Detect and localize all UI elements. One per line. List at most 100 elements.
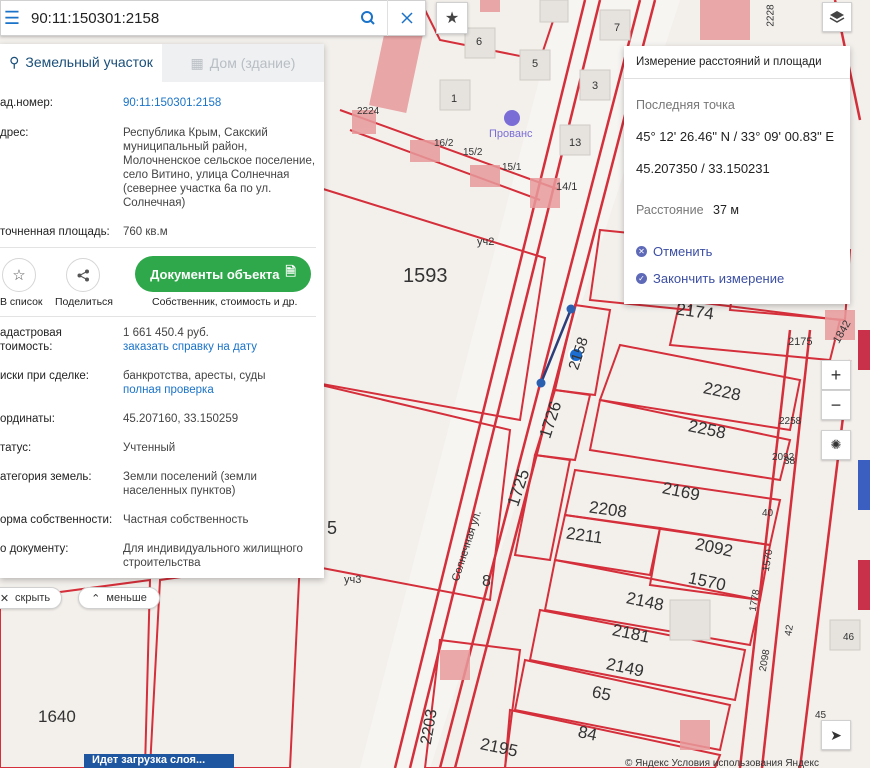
- field-label: орма собственности:: [0, 514, 113, 526]
- field-label: точненная площадь:: [0, 226, 110, 238]
- zoom-out-button[interactable]: −: [821, 390, 851, 420]
- zoom-in-button[interactable]: +: [821, 360, 851, 390]
- parcel-label: 2175: [788, 336, 813, 348]
- row-deal-risks: иски при сделке: банкротства, аресты, су…: [0, 369, 324, 397]
- field-label: о документу:: [0, 543, 69, 555]
- row-area: точненная площадь: 760 кв.м: [0, 225, 324, 239]
- area-value: 760 кв.м: [123, 226, 168, 238]
- menu-icon[interactable]: ☰: [1, 0, 23, 36]
- parcel-label: 5: [327, 518, 338, 538]
- parcel-label: 2224: [357, 106, 380, 117]
- clear-icon[interactable]: [387, 0, 425, 36]
- field-label: дрес:: [0, 127, 29, 139]
- ownership-value: Частная собственность: [123, 514, 249, 526]
- search-bar[interactable]: ☰ 90:11:150301:2158: [0, 0, 426, 36]
- row-land-category: атегория земель: Земли поселений (земли …: [0, 470, 324, 498]
- doc-button-label: Документы объекта: [150, 266, 280, 282]
- tab-land-parcel[interactable]: ⚲ Земельный участок: [0, 44, 162, 82]
- parcel-label: 2258: [779, 416, 802, 427]
- row-coordinates: ординаты: 45.207160, 33.150259: [0, 412, 324, 426]
- divider: [0, 316, 316, 317]
- parcel-label: 15/1: [502, 162, 522, 173]
- field-label: ад.номер:: [0, 97, 53, 109]
- cadastral-value: 1 661 450.4 руб.: [123, 327, 209, 339]
- cancel-label: Отменить: [653, 244, 713, 259]
- permitted-use-value: Для индивидуального жилищного строительс…: [123, 543, 303, 569]
- check-icon: ✓: [636, 273, 647, 284]
- hide-panel-button[interactable]: ✕ скрыть: [0, 587, 62, 609]
- parcel-label: 8: [482, 573, 491, 590]
- map-pin-icon: ⚲: [9, 53, 20, 70]
- last-point-label: Последняя точка: [636, 98, 735, 112]
- finish-measure-button[interactable]: ✓ Закончить измерение: [636, 271, 784, 286]
- row-status: татус: Учтенный: [0, 441, 324, 455]
- favorite-star-icon[interactable]: ★: [436, 2, 468, 34]
- row-permitted-use: о документу: Для индивидуального жилищно…: [0, 542, 324, 570]
- poi-label[interactable]: Прованс: [489, 128, 533, 140]
- divider: [624, 78, 850, 79]
- last-point-decimal: 45.207350 / 33.150231: [636, 161, 770, 176]
- parcel-label: 6: [476, 36, 483, 48]
- row-address: дрес: Республика Крым, Сакский муниципал…: [0, 126, 324, 210]
- share-icon[interactable]: [66, 258, 100, 292]
- distance-value: 37 м: [713, 203, 739, 217]
- parcel-label: 1: [451, 93, 458, 105]
- layers-icon[interactable]: [822, 2, 852, 32]
- field-label: татус:: [0, 442, 32, 454]
- document-icon: 🗎: [285, 264, 296, 279]
- share-label[interactable]: Поделиться: [55, 296, 113, 308]
- parcel-label: 2228: [765, 4, 777, 27]
- tab-land-label: Земельный участок: [25, 54, 153, 70]
- parcel-label: 3: [592, 80, 599, 92]
- parcel-label: 15/2: [463, 147, 483, 158]
- map-attribution[interactable]: © Яндекс Условия использования Яндекс: [625, 758, 819, 768]
- less-label: меньше: [106, 592, 147, 604]
- row-cadastral-value: адастровая тоимость: 1 661 450.4 руб. зак…: [0, 326, 324, 354]
- parcel-label: уч2: [477, 236, 495, 248]
- parcel-label: 40: [762, 508, 774, 519]
- parcel-label: 46: [843, 632, 855, 643]
- distance-label: Расстояние: [636, 203, 704, 217]
- parcel-label: уч3: [344, 574, 362, 586]
- geolocation-arrow-icon[interactable]: ➤: [821, 720, 851, 750]
- tab-building[interactable]: ▦ Дом (здание): [162, 44, 324, 82]
- parcel-label: 5: [532, 58, 539, 70]
- coordinates-value: 45.207160, 33.150259: [123, 413, 239, 425]
- parcel-label: 7: [614, 22, 621, 34]
- object-documents-button[interactable]: Документы объекта 🗎: [135, 256, 311, 292]
- cancel-icon: ✕: [636, 246, 647, 257]
- parcel-label: 1640: [38, 707, 76, 726]
- risks-value: банкротства, аресты, суды: [123, 370, 266, 382]
- finish-label: Закончить измерение: [653, 271, 785, 286]
- cadastral-number-link[interactable]: 90:11:150301:2158: [123, 96, 316, 110]
- less-button[interactable]: ⌃ меньше: [78, 587, 160, 609]
- save-to-list-label[interactable]: В список: [0, 296, 43, 308]
- chevron-up-icon: ⌃: [91, 592, 101, 605]
- row-cadastral-number: ад.номер: 90:11:150301:2158: [0, 96, 324, 110]
- field-label: атегория земель:: [0, 471, 92, 483]
- star-outline-icon[interactable]: ☆: [2, 258, 36, 292]
- field-label: иски при сделке:: [0, 370, 90, 382]
- address-value: Республика Крым, Сакский муниципальный р…: [123, 127, 316, 209]
- full-check-link[interactable]: полная проверка: [123, 383, 316, 397]
- status-value: Учтенный: [123, 442, 176, 454]
- order-certificate-link[interactable]: заказать справку на дату: [123, 340, 316, 354]
- field-label: адастровая тоимость:: [0, 327, 62, 353]
- measure-panel: Измерение расстояний и площади Последняя…: [624, 46, 850, 304]
- search-icon[interactable]: [349, 0, 387, 36]
- parcel-label: 42: [783, 624, 796, 637]
- action-row: ☆ В список Поделиться Документы объекта …: [0, 254, 324, 310]
- building-icon: ▦: [190, 54, 204, 71]
- parcel-label: 1593: [403, 265, 448, 287]
- doc-button-subtitle: Собственник, стоимость и др.: [152, 296, 298, 308]
- layer-loading-banner: Идет загрузка слоя...: [84, 754, 234, 768]
- loading-spinner-icon[interactable]: ✺: [821, 430, 851, 460]
- search-input[interactable]: 90:11:150301:2158: [23, 10, 349, 27]
- field-label: ординаты:: [0, 413, 55, 425]
- hide-label: скрыть: [15, 592, 51, 604]
- measure-title: Измерение расстояний и площади: [636, 56, 822, 68]
- cancel-measure-button[interactable]: ✕ Отменить: [636, 244, 712, 259]
- last-point-dms: 45° 12' 26.46" N / 33° 09' 00.83" E: [636, 129, 835, 144]
- parcel-label: 38: [784, 456, 796, 467]
- tab-building-label: Дом (здание): [209, 55, 296, 71]
